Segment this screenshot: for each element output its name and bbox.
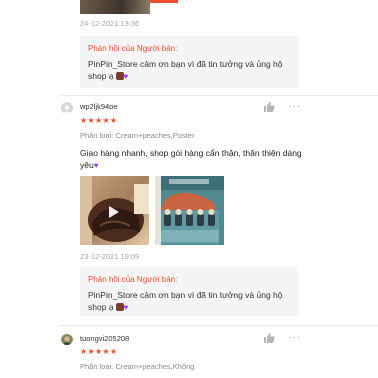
reviewer-username[interactable]: tuongvi205208	[80, 334, 129, 343]
review-date: 24-12-2021 13:36	[80, 19, 140, 28]
product-variant: Phân loại: Cream+peaches,Không	[80, 362, 195, 371]
user-photo-avatar-icon	[61, 334, 73, 345]
poster-photo-image	[155, 176, 224, 245]
seller-reply-title: Phản hồi của Người bán:	[88, 44, 178, 53]
review-divider	[59, 95, 378, 96]
purple-heart-emoji-icon: ♥	[123, 303, 129, 312]
seller-reply: Phản hồi của Người bán: PinPin_Store cảm…	[80, 36, 298, 88]
rating-stars: ★★★★★	[80, 116, 118, 125]
avatar[interactable]	[61, 102, 73, 114]
review-photo-partial[interactable]	[80, 0, 150, 14]
reviewer-username[interactable]: wp2ljk94oe	[80, 102, 118, 111]
purple-heart-emoji-icon: ♥	[123, 72, 129, 81]
product-variant: Phân loại: Cream+peaches,Poster	[80, 131, 195, 140]
review-photo-thumbnail[interactable]	[155, 176, 224, 245]
review-video-thumbnail[interactable]	[80, 176, 149, 245]
more-options-icon[interactable]: ···	[288, 333, 301, 343]
video-thumbnail-image	[80, 176, 149, 245]
seller-reply-text: PinPin_Store cảm ơn bạn vì đã tin tưởng …	[88, 59, 283, 81]
thumbs-up-icon[interactable]	[263, 332, 275, 344]
review-date: 23-12-2021 19:09	[80, 252, 140, 261]
shopping-bag-emoji-icon	[115, 72, 124, 80]
review-comment: Giao hàng nhanh, shop gói hàng cẩn thận,…	[80, 148, 302, 170]
thumbs-up-icon[interactable]	[263, 101, 275, 113]
shopping-bag-emoji-icon	[115, 303, 124, 311]
seller-reply: Phản hồi của Người bán: PinPin_Store cảm…	[80, 266, 298, 316]
avatar[interactable]	[61, 333, 73, 345]
rating-stars: ★★★★★	[80, 347, 118, 356]
review-divider	[59, 325, 378, 326]
more-options-icon[interactable]: ···	[288, 102, 301, 112]
seller-reply-text: PinPin_Store cảm ơn bạn vì đã tin tưởng …	[88, 290, 283, 312]
seller-reply-title: Phản hồi của Người bán:	[88, 275, 178, 284]
default-avatar-icon	[61, 103, 73, 114]
purple-heart-emoji-icon: ♥	[93, 161, 99, 170]
accent-bar	[150, 0, 178, 3]
